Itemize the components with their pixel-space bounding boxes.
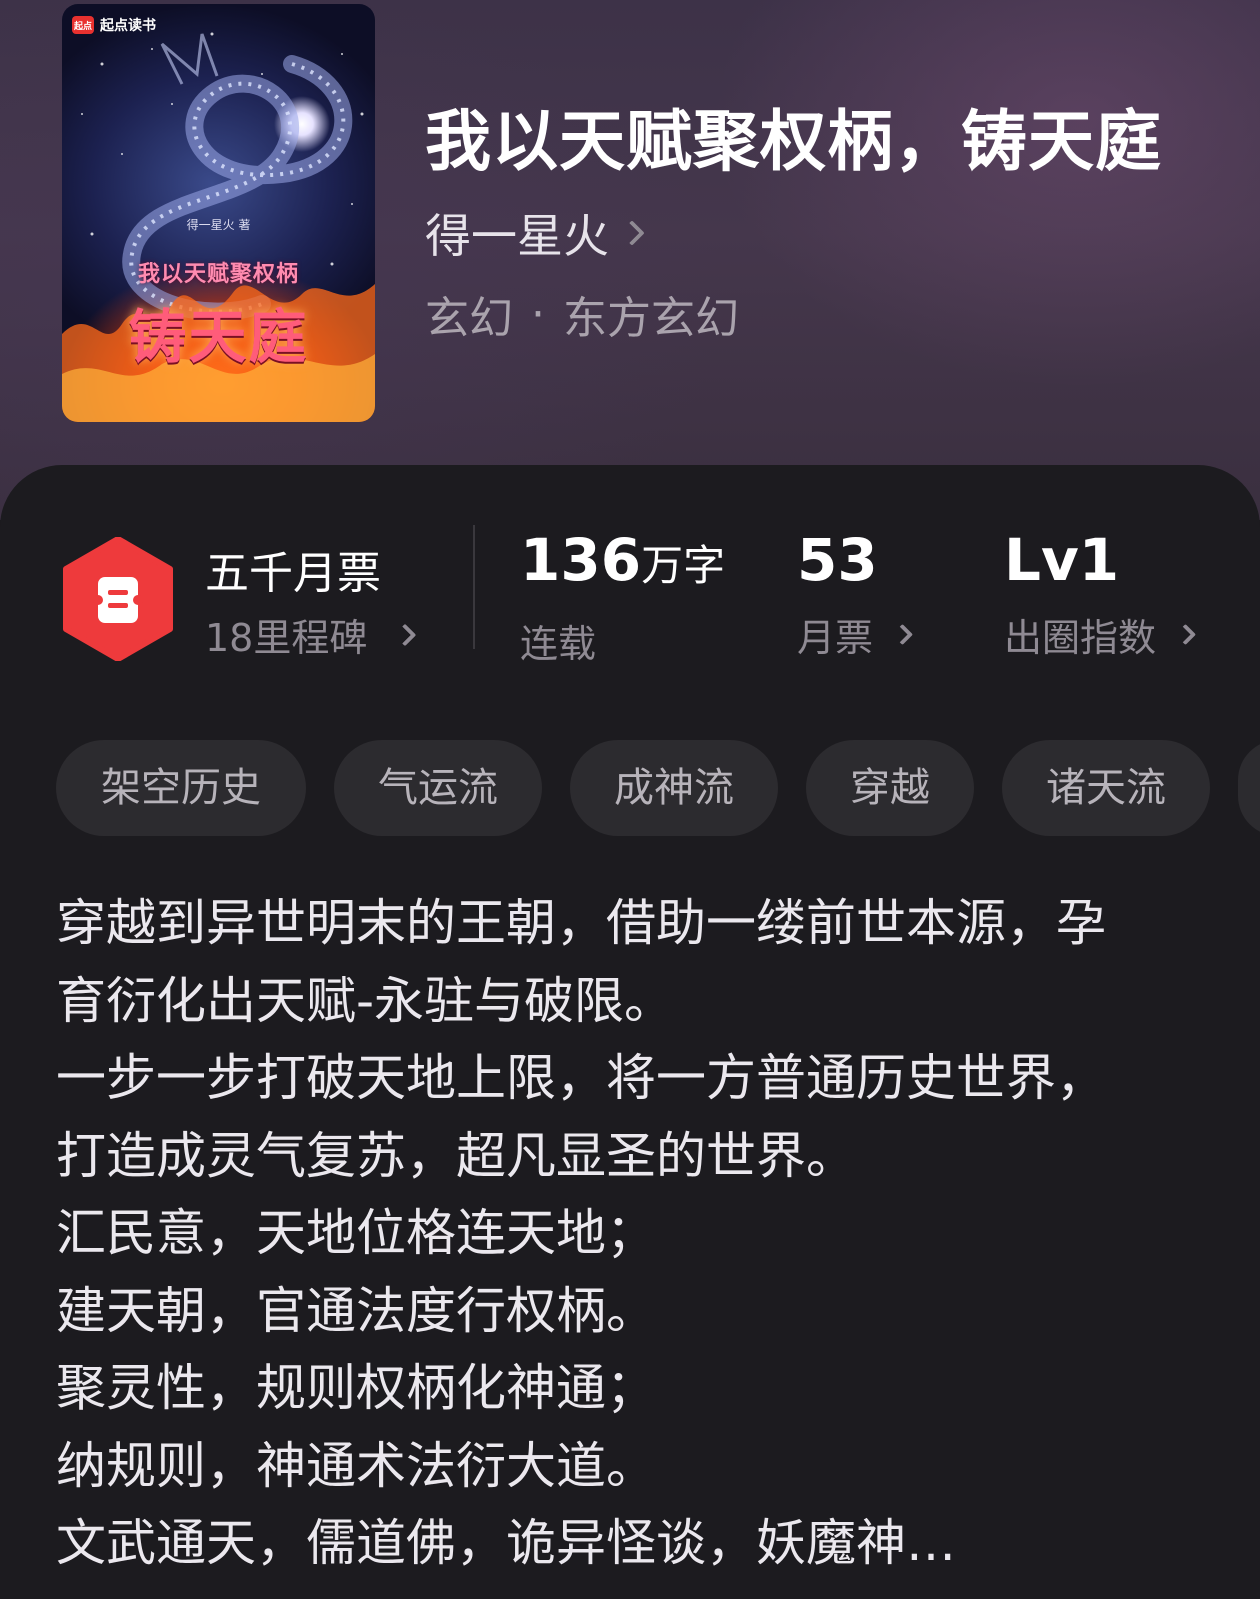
cover-author: 得一星火 著 (186, 218, 251, 232)
book-synopsis[interactable]: 穿越到异世明末的王朝，借助一缕前世本源，孕 育衍化出天赋-永驻与破限。 一步一步… (56, 885, 1216, 1583)
cover-logo: 起点 起点读书 (72, 14, 156, 36)
author-name: 得一星火 (425, 209, 609, 263)
stats-divider (473, 525, 475, 649)
level-value: Lv1 (1004, 526, 1120, 594)
chevron-right-icon (1174, 623, 1197, 646)
word-count-value: 136 (520, 526, 642, 594)
book-title: 我以天赋聚权柄，铸天庭 (425, 102, 1162, 180)
book-cover[interactable]: 起点 起点读书 得一星火 著 我以天赋聚权柄 铸天庭 (62, 4, 375, 422)
tag-chip[interactable]: 成神流 (570, 740, 778, 836)
tag-list: 架空历史 气运流 成神流 穿越 诸天流 (56, 740, 1260, 840)
tag-chip-partial[interactable] (1238, 740, 1260, 836)
tag-chip[interactable]: 穿越 (806, 740, 974, 836)
synopsis-line: 穿越到异世明末的王朝，借助一缕前世本源，孕 (56, 894, 1106, 952)
synopsis-line: 文武通天，儒道佛，诡异怪谈，妖魔神… (56, 1514, 956, 1572)
chevron-right-icon (619, 220, 645, 246)
monthly-tickets-stat[interactable]: 53 月票 (797, 525, 914, 662)
monthly-tickets-value: 53 (797, 526, 878, 594)
synopsis-line: 一步一步打破天地上限，将一方普通历史世界， (56, 1049, 1106, 1107)
synopsis-line: 汇民意，天地位格连天地； (56, 1204, 656, 1262)
word-count-unit: 万字 (641, 541, 726, 590)
book-info-card: 五千月票 18里程碑 136万字 连载 53 月票 Lv1 出圈指数 架空历史 … (0, 465, 1260, 1599)
synopsis-line: 打造成灵气复苏，超凡显圣的世界。 (56, 1126, 856, 1185)
badge-subtitle: 18里程碑 (205, 616, 368, 660)
chevron-right-icon (394, 623, 417, 646)
level-label: 出圈指数 (1004, 616, 1157, 660)
badge-title: 五千月票 (205, 548, 381, 599)
cover-subtitle: 我以天赋聚权柄 (137, 262, 299, 287)
monthly-tickets-label: 月票 (797, 616, 874, 660)
serial-status: 连载 (520, 622, 597, 666)
tag-chip[interactable]: 气运流 (334, 740, 542, 836)
qidian-logo-icon: 起点 (72, 16, 94, 34)
stats-row: 五千月票 18里程碑 136万字 连载 53 月票 Lv1 出圈指数 (0, 525, 1260, 668)
synopsis-line: 建天朝，官通法度行权柄。 (56, 1281, 656, 1340)
synopsis-line: 聚灵性，规则权柄化神通； (56, 1359, 656, 1417)
synopsis-line: 纳规则，神通术法衍大道。 (56, 1436, 656, 1495)
tag-chip[interactable]: 架空历史 (56, 740, 306, 836)
author-link[interactable]: 得一星火 (425, 200, 645, 266)
genre[interactable]: 玄幻 (425, 282, 513, 346)
milestone-link[interactable]: 五千月票 18里程碑 (205, 537, 417, 662)
influence-index-stat[interactable]: Lv1 出圈指数 (1004, 525, 1197, 662)
chevron-right-icon (891, 623, 914, 646)
subgenre[interactable]: 东方玄幻 (563, 282, 739, 346)
genre-row: 玄幻 · 东方玄幻 (425, 282, 739, 346)
cover-title: 铸天庭 (128, 303, 309, 371)
monthly-ticket-badge-icon[interactable] (62, 536, 174, 662)
book-header: 起点 起点读书 得一星火 著 我以天赋聚权柄 铸天庭 我以天赋聚权柄，铸天庭 得… (0, 0, 1260, 520)
synopsis-line: 育衍化出天赋-永驻与破限。 (56, 971, 675, 1030)
tag-chip[interactable]: 诸天流 (1002, 740, 1210, 836)
genre-separator: · (531, 288, 545, 340)
cover-logo-text: 起点读书 (100, 18, 156, 34)
word-count-stat: 136万字 连载 (520, 525, 725, 668)
